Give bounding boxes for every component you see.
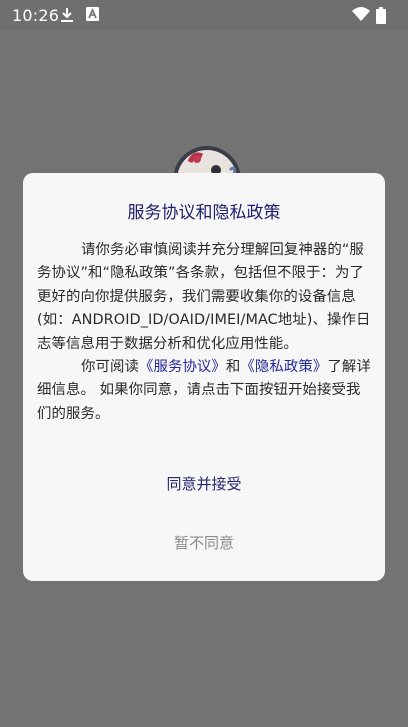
- dialog-body: 请你务必审慎阅读并充分理解回复神器的“服务协议”和“隐私政策”各条款，包括但不限…: [37, 239, 373, 426]
- dialog-title: 服务协议和隐私政策: [127, 203, 281, 223]
- wifi-icon: [352, 7, 370, 21]
- paragraph-2-prefix: 你可阅读: [81, 359, 139, 376]
- privacy-policy-link[interactable]: 《隐私政策》: [240, 359, 327, 375]
- and-text: 和: [225, 359, 241, 376]
- download-icon: [61, 8, 73, 22]
- status-bar: 10:26: [0, 0, 408, 30]
- status-time: 10:26: [12, 6, 60, 25]
- battery-icon: [376, 7, 386, 24]
- privacy-dialog: 服务协议和隐私政策 请你务必审慎阅读并充分理解回复神器的“服务协议”和“隐私政策…: [23, 173, 385, 581]
- decline-button[interactable]: 暂不同意: [23, 531, 385, 555]
- paragraph-1: 请你务必审慎阅读并充分理解回复神器的“服务协议”和“隐私政策”各条款，包括但不限…: [37, 242, 371, 352]
- accept-button[interactable]: 同意并接受: [23, 472, 385, 496]
- a-notification-icon: [86, 7, 99, 21]
- service-agreement-link[interactable]: 《服务协议》: [139, 359, 226, 375]
